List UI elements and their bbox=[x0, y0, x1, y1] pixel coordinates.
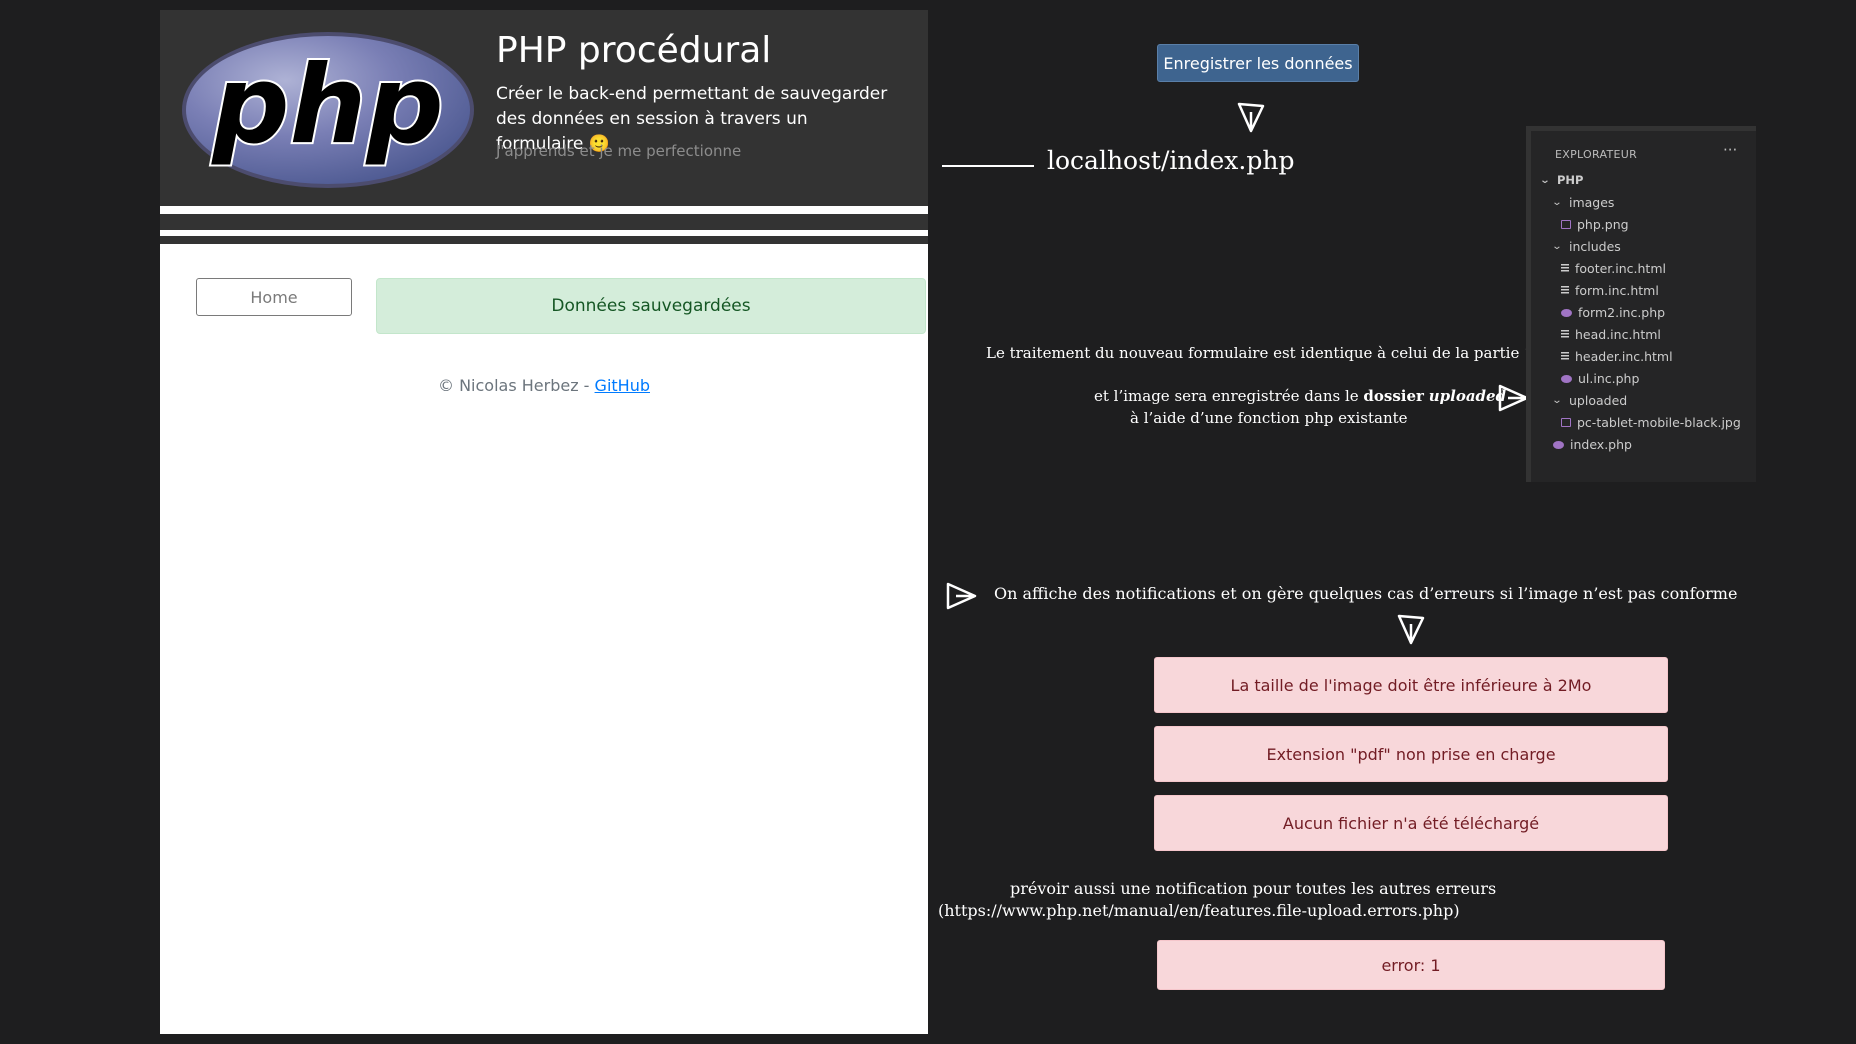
github-link[interactable]: GitHub bbox=[595, 376, 650, 395]
text-file-icon bbox=[1561, 264, 1569, 273]
url-label: localhost/index.php bbox=[1047, 146, 1295, 175]
tree-file-head[interactable]: head.inc.html bbox=[1561, 327, 1661, 342]
php-logo-text: php bbox=[210, 43, 444, 168]
tree-label: ul.inc.php bbox=[1578, 371, 1640, 386]
error-alert-no-file: Aucun fichier n'a été téléchargé bbox=[1154, 795, 1668, 851]
tree-file-footer[interactable]: footer.inc.html bbox=[1561, 261, 1666, 276]
tree-file-index[interactable]: index.php bbox=[1553, 437, 1632, 452]
tree-file-ul[interactable]: ul.inc.php bbox=[1561, 371, 1639, 386]
tree-folder-images[interactable]: ⌄ images bbox=[1551, 195, 1615, 210]
tree-file-jpg[interactable]: pc-tablet-mobile-black.jpg bbox=[1561, 415, 1741, 430]
tree-label: images bbox=[1569, 195, 1615, 210]
tree-label: form2.inc.php bbox=[1578, 305, 1666, 320]
php-logo-icon: php bbox=[182, 32, 474, 188]
arrow-right-icon bbox=[1498, 384, 1529, 412]
file-explorer-panel: EXPLORATEUR ··· ⌄ PHP ⌄ images php.png ⌄ in… bbox=[1526, 126, 1756, 482]
note-other-errors: prévoir aussi une notification pour tout… bbox=[1010, 879, 1497, 898]
hero-jumbotron: php PHP procédural Créer le back-end per… bbox=[160, 10, 928, 206]
tree-folder-includes[interactable]: ⌄ includes bbox=[1551, 239, 1621, 254]
tree-label: uploaded bbox=[1569, 393, 1628, 408]
tree-file-php-png[interactable]: php.png bbox=[1561, 217, 1629, 232]
image-file-icon bbox=[1561, 220, 1571, 229]
chevron-down-icon: ⌄ bbox=[1551, 395, 1563, 406]
chevron-down-icon: ⌄ bbox=[1551, 197, 1563, 208]
arrow-down-icon bbox=[1237, 102, 1265, 133]
divider bbox=[160, 236, 928, 244]
note-errors-url: (https://www.php.net/manual/en/features.… bbox=[938, 901, 1460, 920]
success-alert: Données sauvegardées bbox=[376, 278, 926, 334]
arrow-down-icon bbox=[1397, 614, 1425, 645]
tree-label: footer.inc.html bbox=[1575, 261, 1666, 276]
tree-label: PHP bbox=[1557, 173, 1584, 187]
note-function: à l’aide d’une fonction php existante bbox=[1130, 409, 1408, 427]
tree-label: head.inc.html bbox=[1575, 327, 1661, 342]
connector-line bbox=[942, 165, 1034, 167]
chevron-down-icon: ⌄ bbox=[1539, 174, 1551, 186]
chevron-down-icon: ⌄ bbox=[1551, 241, 1563, 252]
footer: © Nicolas Herbez - GitHub bbox=[160, 376, 928, 395]
tree-file-form[interactable]: form.inc.html bbox=[1561, 283, 1659, 298]
tree-label: index.php bbox=[1570, 437, 1632, 452]
error-alert-size: La taille de l'image doit être inférieur… bbox=[1154, 657, 1668, 713]
php-file-icon bbox=[1561, 308, 1572, 317]
browser-page: php PHP procédural Créer le back-end per… bbox=[160, 10, 928, 1034]
explorer-title: EXPLORATEUR bbox=[1555, 148, 1638, 161]
error-alert-extension: Extension "pdf" non prise en charge bbox=[1154, 726, 1668, 782]
page-title: PHP procédural bbox=[496, 30, 772, 71]
tree-label: php.png bbox=[1577, 217, 1629, 232]
image-file-icon bbox=[1561, 418, 1571, 427]
php-file-icon bbox=[1561, 374, 1572, 383]
note-treatment: Le traitement du nouveau formulaire est … bbox=[986, 344, 1534, 362]
note-notifications: On affiche des notifications et on gère … bbox=[994, 584, 1738, 603]
more-actions-icon[interactable]: ··· bbox=[1723, 141, 1737, 159]
tree-file-form2[interactable]: form2.inc.php bbox=[1561, 305, 1665, 320]
hero-subtitle: J'apprends et je me perfectionne bbox=[496, 142, 742, 160]
tree-root-php[interactable]: ⌄ PHP bbox=[1539, 173, 1584, 187]
divider bbox=[160, 214, 928, 230]
text-file-icon bbox=[1561, 330, 1569, 339]
note-bold: dossier bbox=[1363, 387, 1424, 405]
tree-label: pc-tablet-mobile-black.jpg bbox=[1577, 415, 1741, 430]
note-uploaded: et l’image sera enregistrée dans le doss… bbox=[1094, 387, 1506, 405]
note-text: et l’image sera enregistrée dans le bbox=[1094, 387, 1364, 405]
text-file-icon bbox=[1561, 286, 1569, 295]
tree-folder-uploaded[interactable]: ⌄ uploaded bbox=[1551, 393, 1628, 408]
tree-file-header[interactable]: header.inc.html bbox=[1561, 349, 1673, 364]
error-alert-code: error: 1 bbox=[1157, 940, 1665, 990]
divider bbox=[160, 206, 928, 214]
note-bold-italic: uploaded bbox=[1428, 387, 1507, 405]
tree-label: form.inc.html bbox=[1575, 283, 1659, 298]
tree-label: header.inc.html bbox=[1575, 349, 1673, 364]
footer-copyright: © Nicolas Herbez - bbox=[437, 376, 595, 395]
arrow-right-icon bbox=[946, 582, 977, 610]
tree-label: includes bbox=[1569, 239, 1621, 254]
text-file-icon bbox=[1561, 352, 1569, 361]
home-button[interactable]: Home bbox=[196, 278, 352, 316]
php-file-icon bbox=[1553, 440, 1564, 449]
save-data-button[interactable]: Enregistrer les données bbox=[1157, 44, 1359, 82]
